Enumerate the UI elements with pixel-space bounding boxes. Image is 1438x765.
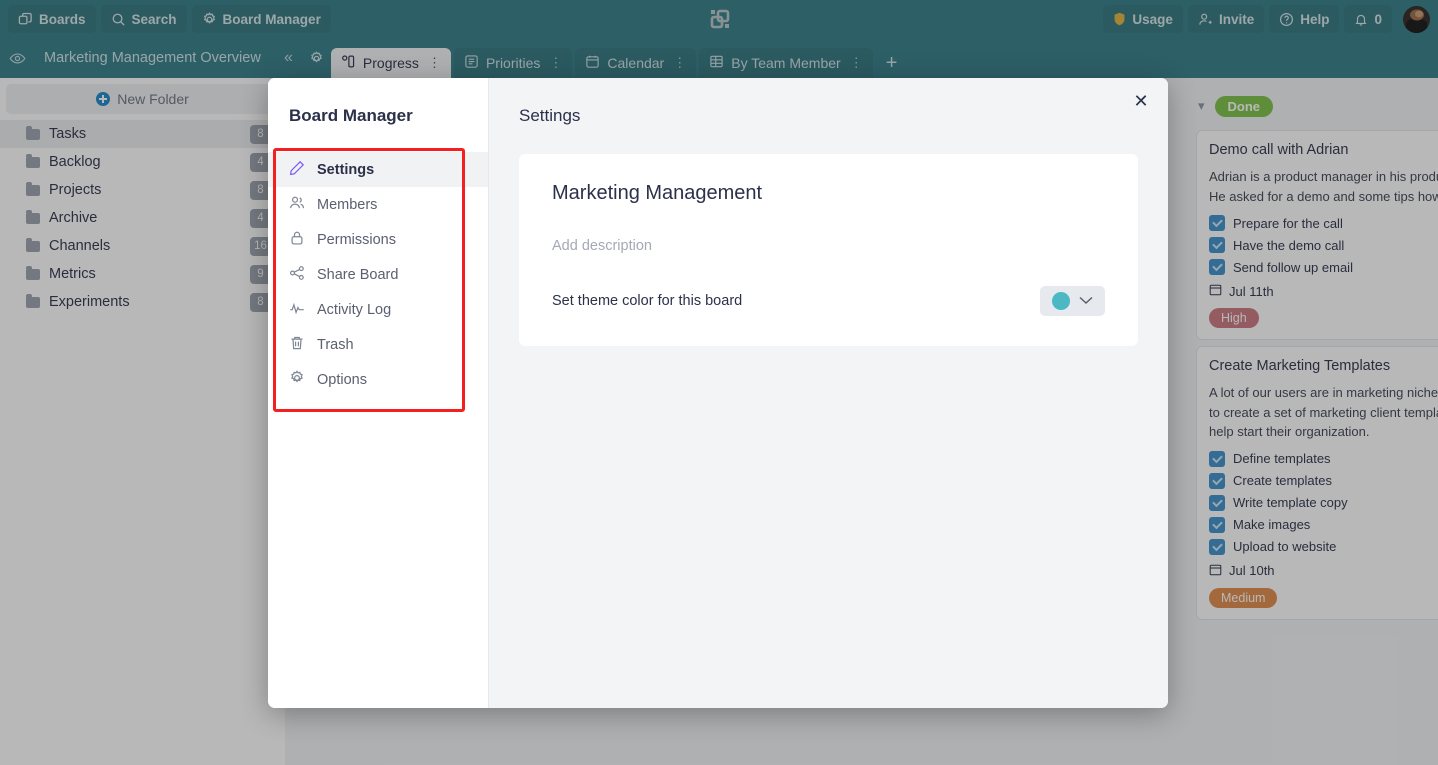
gear-icon	[289, 369, 305, 390]
menu-item-activity-log[interactable]: Activity Log	[268, 292, 488, 327]
chevron-down-icon	[1079, 292, 1093, 310]
menu-item-share-board[interactable]: Share Board	[268, 257, 488, 292]
menu-item-label: Settings	[317, 161, 375, 178]
people-icon	[289, 195, 305, 215]
share-icon	[289, 265, 305, 285]
theme-color-swatch	[1052, 292, 1070, 310]
panel-heading: Settings	[519, 106, 581, 125]
close-modal-button[interactable]: ✕	[1128, 88, 1154, 114]
lock-icon	[289, 230, 305, 250]
theme-color-picker[interactable]	[1040, 286, 1105, 316]
board-manager-modal: Board Manager Settings Members Permissio…	[268, 78, 1168, 708]
menu-item-label: Trash	[317, 336, 354, 353]
menu-item-members[interactable]: Members	[268, 187, 488, 222]
settings-card: Marketing Management Add description Set…	[519, 154, 1138, 346]
board-description-input[interactable]: Add description	[552, 238, 1105, 254]
menu-item-label: Permissions	[317, 231, 396, 248]
modal-title: Board Manager	[289, 106, 413, 125]
menu-item-options[interactable]: Options	[268, 362, 488, 397]
theme-color-label: Set theme color for this board	[552, 293, 743, 309]
theme-color-row: Set theme color for this board	[552, 286, 1105, 316]
menu-item-label: Share Board	[317, 266, 399, 283]
menu-item-settings[interactable]: Settings	[268, 152, 488, 187]
menu-item-label: Activity Log	[317, 301, 392, 318]
app-root: Boards Search Board Manager Usage Invite…	[0, 0, 1438, 765]
modal-content-panel: Settings Marketing Management Add descri…	[488, 78, 1168, 708]
menu-item-trash[interactable]: Trash	[268, 327, 488, 362]
activity-icon	[289, 300, 305, 320]
menu-item-label: Options	[317, 371, 367, 388]
trash-icon	[289, 335, 305, 355]
pencil-icon	[289, 160, 305, 180]
modal-sidebar: Board Manager Settings Members Permissio…	[268, 78, 488, 708]
board-name-input[interactable]: Marketing Management	[552, 182, 1105, 205]
menu-item-permissions[interactable]: Permissions	[268, 222, 488, 257]
menu-item-label: Members	[317, 196, 378, 213]
